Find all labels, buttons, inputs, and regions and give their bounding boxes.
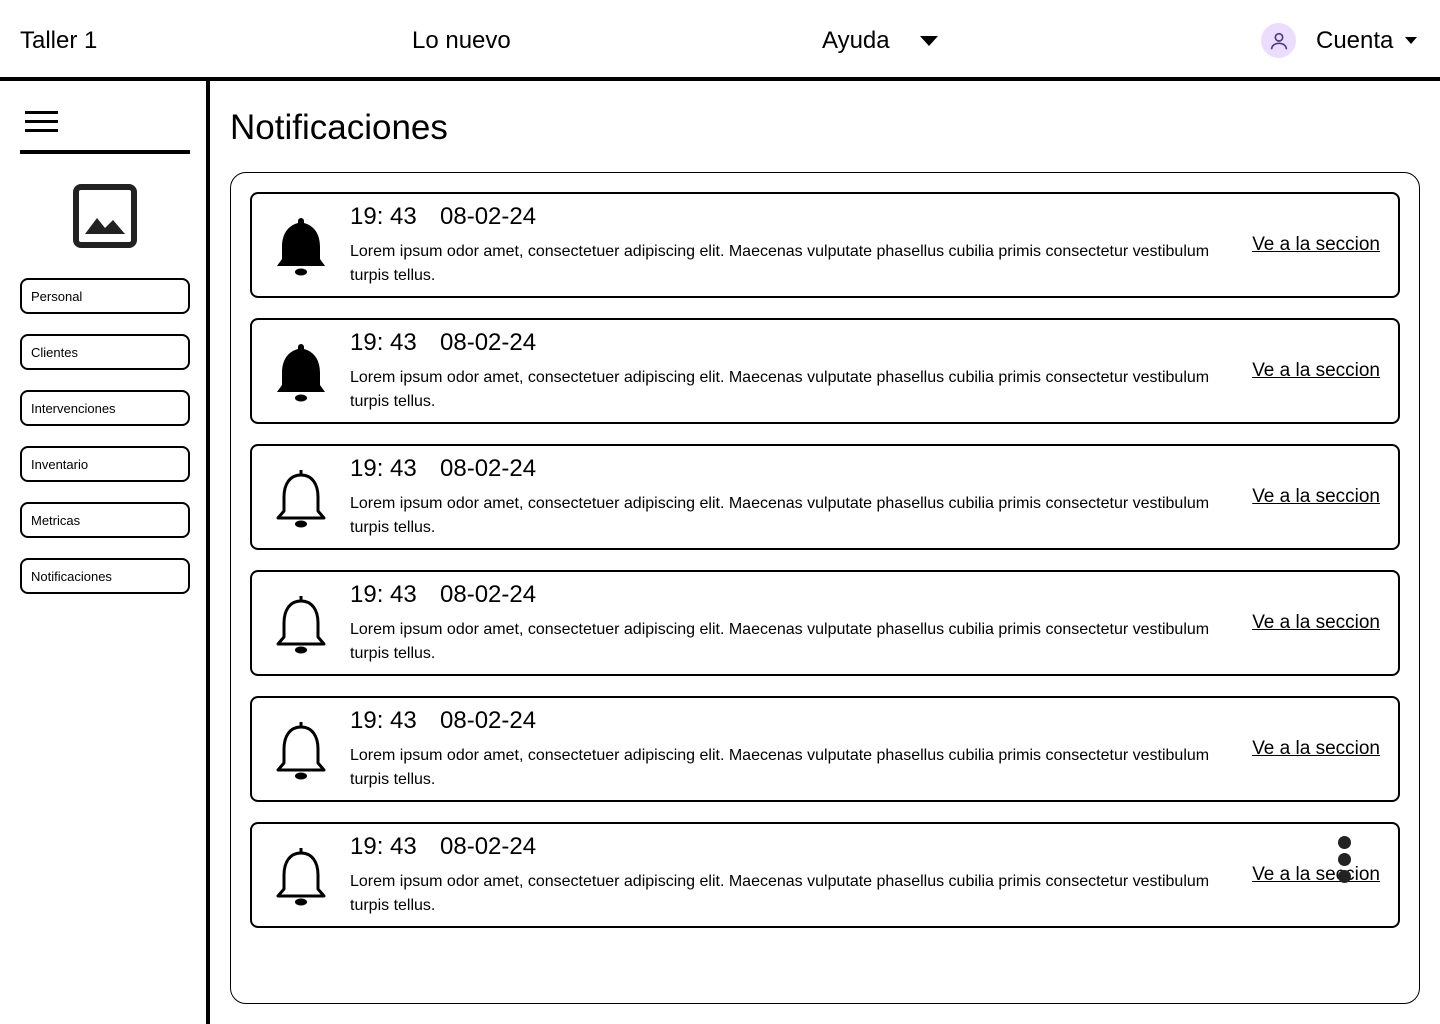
notification-time: 19: 43 xyxy=(350,707,417,734)
page-title: Notificaciones xyxy=(230,108,448,147)
notification-time: 19: 43 xyxy=(350,455,417,482)
bell-outline-icon xyxy=(276,848,326,906)
notification-message: Lorem ipsum odor amet, consectetuer adip… xyxy=(350,747,1210,788)
brand-title: Taller 1 xyxy=(20,27,98,54)
hamburger-menu-icon[interactable] xyxy=(25,111,58,135)
sidebar-item-metricas[interactable]: Metricas xyxy=(20,502,190,538)
caret-down-icon xyxy=(919,36,938,46)
caret-down-icon xyxy=(1405,37,1418,44)
notification-card: 19: 43 08-02-24 Lorem ipsum odor amet, con… xyxy=(250,318,1400,424)
notification-card: 19: 43 08-02-24 Lorem ipsum odor amet, con… xyxy=(250,192,1400,298)
go-to-section-link[interactable]: Ve a la seccion xyxy=(1252,486,1380,508)
bell-outline-icon xyxy=(276,470,326,528)
notification-time: 19: 43 xyxy=(350,833,417,860)
sidebar-item-clientes[interactable]: Clientes xyxy=(20,334,190,370)
notification-date: 08-02-24 xyxy=(440,329,537,356)
go-to-section-link[interactable]: Ve a la seccion xyxy=(1252,360,1380,382)
notification-message: Lorem ipsum odor amet, consectetuer adip… xyxy=(350,621,1210,662)
nav-help-label: Ayuda xyxy=(822,27,890,54)
notification-card: 19: 43 08-02-24 Lorem ipsum odor amet, con… xyxy=(250,444,1400,550)
notification-message: Lorem ipsum odor amet, consectetuer adip… xyxy=(350,495,1210,536)
image-placeholder-icon xyxy=(73,184,137,248)
top-bar: Taller 1 Lo nuevo Ayuda Cuenta xyxy=(0,0,1440,78)
nav-whats-new[interactable]: Lo nuevo xyxy=(412,27,511,55)
go-to-section-link[interactable]: Ve a la seccion xyxy=(1252,234,1380,256)
bell-outline-icon xyxy=(276,722,326,780)
notification-date: 08-02-24 xyxy=(440,455,537,482)
notification-card: 19: 43 08-02-24 Lorem ipsum odor amet, con… xyxy=(250,696,1400,802)
more-vertical-icon[interactable] xyxy=(1337,836,1353,886)
bell-filled-icon xyxy=(277,218,325,276)
notification-date: 08-02-24 xyxy=(440,203,537,230)
go-to-section-link[interactable]: Ve a la seccion xyxy=(1252,864,1380,886)
header-divider xyxy=(0,77,1440,81)
notification-date: 08-02-24 xyxy=(440,581,537,608)
nav-help-dropdown[interactable]: Ayuda xyxy=(822,27,938,55)
sidebar-border xyxy=(206,81,210,1024)
bell-outline-icon xyxy=(276,596,326,654)
notification-message: Lorem ipsum odor amet, consectetuer adip… xyxy=(350,243,1210,284)
sidebar-item-inventario[interactable]: Inventario xyxy=(20,446,190,482)
notification-date: 08-02-24 xyxy=(440,833,537,860)
sidebar-item-notificaciones[interactable]: Notificaciones xyxy=(20,558,190,594)
account-label: Cuenta xyxy=(1316,26,1394,54)
sidebar-item-personal[interactable]: Personal xyxy=(20,278,190,314)
notification-time: 19: 43 xyxy=(350,329,417,356)
go-to-section-link[interactable]: Ve a la seccion xyxy=(1252,738,1380,760)
notification-date: 08-02-24 xyxy=(440,707,537,734)
sidebar-item-intervenciones[interactable]: Intervenciones xyxy=(20,390,190,426)
notification-card: 19: 43 08-02-24 Lorem ipsum odor amet, con… xyxy=(250,822,1400,928)
go-to-section-link[interactable]: Ve a la seccion xyxy=(1252,612,1380,634)
notification-card: 19: 43 08-02-24 Lorem ipsum odor amet, con… xyxy=(250,570,1400,676)
notification-message: Lorem ipsum odor amet, consectetuer adip… xyxy=(350,873,1210,914)
person-icon xyxy=(1270,32,1287,49)
notification-time: 19: 43 xyxy=(350,203,417,230)
avatar xyxy=(1261,23,1296,58)
notification-message: Lorem ipsum odor amet, consectetuer adip… xyxy=(350,369,1210,410)
account-menu[interactable]: Cuenta xyxy=(1261,23,1418,58)
sidebar xyxy=(0,81,206,1024)
bell-filled-icon xyxy=(277,344,325,402)
notification-time: 19: 43 xyxy=(350,581,417,608)
sidebar-divider xyxy=(20,150,190,154)
